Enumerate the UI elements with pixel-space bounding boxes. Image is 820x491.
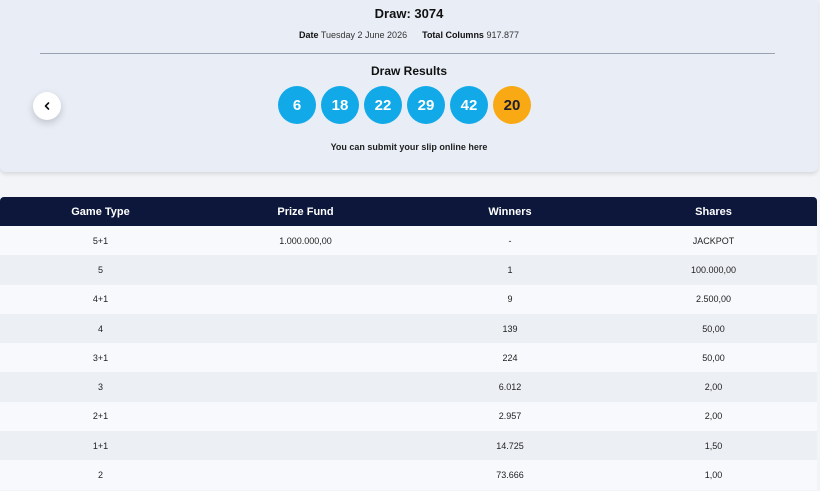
shares-cell: 50,00 [702,323,725,334]
table-row: 5+1 1.000.000,00 - JACKPOT [0,226,817,256]
header-game-type: Game Type [71,205,130,218]
winners-cell: 2.957 [498,411,522,422]
winners-cell: 1 [507,264,513,275]
table-row: 3+1 224 50,00 [0,343,817,373]
table-row: 3 6.012 2,00 [0,372,817,402]
game-type-cell: 5+1 [92,235,109,246]
date-value: Tuesday 2 June 2026 [320,30,408,40]
total-columns-label: Total Columns [422,30,484,40]
result-ball: 22 [364,86,402,124]
prize-fund-cell [201,343,410,372]
submit-slip-link[interactable]: You can submit your slip online here [0,142,818,152]
header-prize-fund: Prize Fund [277,205,334,218]
winners-cell: 139 [502,323,518,334]
shares-cell: 50,00 [702,352,725,363]
table-row: 2 73.666 1,00 [0,460,817,490]
prize-fund-cell [201,372,410,401]
winners-cell: 6.012 [498,382,522,393]
table-header-row: Game Type Prize Fund Winners Shares [0,197,817,226]
prize-fund-cell [201,431,410,460]
header-winners: Winners [488,205,532,218]
shares-cell: 2,00 [704,411,723,422]
prize-fund-cell [201,402,410,431]
prize-fund-cell: 1.000.000,00 [279,235,332,246]
prize-fund-cell [201,285,410,314]
winners-cell: - [508,235,512,246]
game-type-cell: 3+1 [92,352,109,363]
shares-cell: 1,50 [704,440,723,451]
table-row: 2+1 2.957 2,00 [0,401,817,432]
game-type-cell: 4+1 [92,294,109,305]
divider [40,53,775,54]
draw-info-card: Draw: 3074 Date Tuesday 2 June 2026 Tota… [0,0,818,172]
result-ball: 29 [407,86,445,124]
prize-fund-cell [201,460,410,489]
shares-cell: 100.000,00 [690,264,737,275]
result-ball: 18 [321,86,359,124]
game-type-cell: 5 [97,264,103,275]
result-ball: 42 [450,86,488,124]
draw-meta: Date Tuesday 2 June 2026 Total Columns 9… [0,30,818,40]
prize-fund-cell [201,255,410,284]
shares-cell: JACKPOT [692,235,735,246]
shares-cell: 1,00 [704,470,723,481]
chevron-left-icon [44,102,50,110]
total-columns-value: 917.877 [486,30,520,40]
shares-cell: 2.500,00 [695,294,732,305]
game-type-cell: 1+1 [92,440,109,451]
winners-cell: 73.666 [496,470,524,481]
table-row: 1+1 14.725 1,50 [0,431,817,461]
prize-fund-cell [201,314,410,343]
game-type-cell: 4 [97,323,103,334]
prize-table: Game Type Prize Fund Winners Shares 5+1 1… [0,197,817,490]
table-row: 5 1 100.000,00 [0,255,817,285]
shares-cell: 2,00 [704,382,723,393]
winners-cell: 9 [507,294,513,305]
table-row: 4+1 9 2.500,00 [0,284,817,314]
game-type-cell: 2 [97,470,103,481]
game-type-cell: 2+1 [92,411,109,422]
game-type-cell: 3 [97,382,103,393]
draw-results-title: Draw Results [370,64,448,78]
date-label: Date [298,30,319,40]
bonus-ball: 20 [493,86,531,124]
table-row: 4 139 50,00 [0,313,817,344]
draw-title: Draw: 3074 [374,6,444,21]
result-ball: 6 [278,86,316,124]
winners-cell: 14.725 [496,440,524,451]
header-shares: Shares [695,205,732,218]
previous-draw-button[interactable] [33,92,61,120]
winners-cell: 224 [502,352,518,363]
result-balls: 6 18 22 29 42 20 [278,86,531,124]
